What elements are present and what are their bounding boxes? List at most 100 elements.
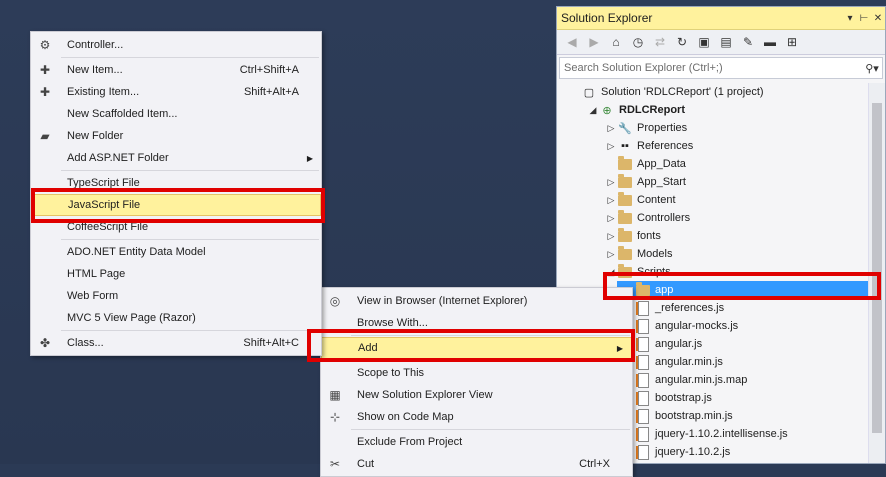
expand-toggle-icon[interactable]: ▷ [605, 249, 617, 260]
js-file-icon [635, 354, 651, 370]
cut-icon: ✂ [329, 457, 341, 471]
history-icon[interactable]: ◷ [629, 33, 647, 51]
js-file-icon [635, 318, 651, 334]
menu-item-label: ADO.NET Entity Data Model [67, 246, 206, 258]
menu-item-existing-item[interactable]: ✚ Existing Item... Shift+Alt+A [31, 81, 321, 103]
menu-item-ado-net-entity-data-model[interactable]: ADO.NET Entity Data Model [31, 241, 321, 263]
code-map-icon: ⊹ [329, 410, 341, 424]
expand-toggle-icon[interactable]: ▷ [605, 213, 617, 224]
expand-toggle-icon[interactable]: ▷ [605, 123, 617, 134]
new-folder-icon: ▰ [40, 129, 50, 143]
pin-icon[interactable]: ⊢ [857, 13, 871, 24]
refresh-icon[interactable]: ↻ [673, 33, 691, 51]
menu-item-label: Controller... [67, 39, 124, 51]
folder-icon [617, 245, 633, 261]
tree-item-label: fonts [637, 230, 661, 242]
folder-context-menu: ◎ View in Browser (Internet Explorer) Brow… [320, 287, 633, 477]
sync-icon[interactable]: ⇄ [651, 33, 669, 51]
js-file-icon [635, 372, 651, 388]
solution-explorer-title-bar: Solution Explorer ▾ ⊢ ✕ [557, 7, 885, 30]
preview-icon[interactable]: ▬ [761, 33, 779, 51]
js-file-icon [635, 426, 651, 442]
back-icon[interactable]: ◀ [563, 33, 581, 51]
folder-icon [617, 227, 633, 243]
annotation-add [307, 329, 635, 362]
collapse-all-icon[interactable]: ▣ [695, 33, 713, 51]
tree-item-content[interactable]: ▷ Content [557, 191, 871, 209]
menu-separator [61, 330, 319, 331]
tree-item-controllers[interactable]: ▷ Controllers [557, 209, 871, 227]
menu-item-label: Web Form [67, 290, 119, 302]
menu-item-cut[interactable]: ✂ Cut Ctrl+X [321, 453, 632, 475]
menu-item-new-scaffolded-item[interactable]: New Scaffolded Item... [31, 103, 321, 125]
close-icon[interactable]: ✕ [871, 13, 885, 24]
tree-item-app-start[interactable]: ▷ App_Start [557, 173, 871, 191]
menu-item-label: Exclude From Project [357, 436, 463, 448]
menu-item-add-asp-net-folder[interactable]: Add ASP.NET Folder ▶ [31, 147, 321, 169]
tree-item-label: RDLCReport [619, 104, 685, 116]
tree-item-label: Controllers [637, 212, 691, 224]
menu-item-new-solution-explorer-view[interactable]: ▦ New Solution Explorer View [321, 384, 632, 406]
menu-item-scope-to-this[interactable]: Scope to This [321, 362, 632, 384]
tree-item-label: angular.js [655, 338, 703, 350]
menu-item-new-item[interactable]: ✚ New Item... Ctrl+Shift+A [31, 59, 321, 81]
class-view-icon[interactable]: ⊞ [783, 33, 801, 51]
show-all-files-icon[interactable]: ▤ [717, 33, 735, 51]
tree-item-solution-rdlcreport-1-project[interactable]: ▢ Solution 'RDLCReport' (1 project) [557, 83, 871, 101]
search-icon[interactable]: ⚲▾ [862, 62, 882, 75]
menu-item-controller[interactable]: ⚙ Controller... [31, 34, 321, 56]
forward-icon[interactable]: ▶ [585, 33, 603, 51]
expand-toggle-icon[interactable]: ◢ [587, 105, 599, 116]
solution-icon: ▢ [583, 86, 595, 99]
expand-toggle-icon[interactable]: ▷ [605, 141, 617, 152]
menu-item-html-page[interactable]: HTML Page [31, 263, 321, 285]
menu-item-label: New Solution Explorer View [357, 389, 493, 401]
dropdown-icon[interactable]: ▾ [843, 13, 857, 24]
tree-item-models[interactable]: ▷ Models [557, 245, 871, 263]
properties-icon[interactable]: ✎ [739, 33, 757, 51]
expand-toggle-icon[interactable]: ▷ [605, 231, 617, 242]
menu-item-view-in-browser-internet-explorer[interactable]: ◎ View in Browser (Internet Explorer) [321, 290, 632, 312]
tree-item-rdlcreport[interactable]: ◢ ⊕ RDLCReport [557, 101, 871, 119]
tree-item-properties[interactable]: ▷ 🔧 Properties [557, 119, 871, 137]
menu-item-mvc-5-view-page-razor[interactable]: MVC 5 View Page (Razor) [31, 307, 321, 329]
solution-explorer-toolbar: ◀ ▶ ⌂ ◷ ⇄ ↻ ▣ ▤ ✎ ▬ ⊞ [557, 30, 885, 55]
menu-item-show-on-code-map[interactable]: ⊹ Show on Code Map [321, 406, 632, 428]
tree-item-references[interactable]: ▷ ▪▪ References [557, 137, 871, 155]
scrollbar-thumb[interactable] [872, 103, 882, 433]
tree-item-label: angular-mocks.js [655, 320, 739, 332]
tree-item-label: Solution 'RDLCReport' (1 project) [601, 86, 764, 98]
menu-item-label: Existing Item... [67, 86, 140, 98]
menu-item-shortcut: Ctrl+X [579, 458, 610, 470]
tree-item-label: jquery-1.10.2.js [655, 446, 731, 458]
menu-item-label: Show on Code Map [357, 411, 454, 423]
tree-item-label: bootstrap.min.js [655, 410, 733, 422]
submenu-arrow-icon: ▶ [306, 153, 313, 163]
js-file-icon [635, 444, 651, 460]
menu-item-new-folder[interactable]: ▰ New Folder [31, 125, 321, 147]
tree-item-label: App_Data [637, 158, 686, 170]
menu-item-web-form[interactable]: Web Form [31, 285, 321, 307]
js-file-icon [635, 408, 651, 424]
folder-icon [617, 191, 633, 207]
menu-item-label: New Folder [67, 130, 124, 142]
tree-item-app-data[interactable]: App_Data [557, 155, 871, 173]
tree-item-label: _references.js [655, 302, 725, 314]
expand-toggle-icon[interactable]: ▷ [605, 177, 617, 188]
js-file-icon [635, 336, 651, 352]
tree-item-fonts[interactable]: ▷ fonts [557, 227, 871, 245]
expand-toggle-icon[interactable]: ▷ [605, 195, 617, 206]
home-icon[interactable]: ⌂ [607, 33, 625, 51]
menu-item-class[interactable]: ✤ Class... Shift+Alt+C [31, 332, 321, 354]
new-view-icon: ▦ [329, 388, 341, 402]
menu-item-exclude-from-project[interactable]: Exclude From Project [321, 431, 632, 453]
tree-item-label: bootstrap.js [655, 392, 712, 404]
wrench-icon: 🔧 [618, 122, 632, 135]
menu-item-label: View in Browser (Internet Explorer) [357, 295, 528, 307]
solution-explorer-title: Solution Explorer [561, 11, 653, 25]
menu-item-label: Class... [67, 337, 104, 349]
folder-icon [617, 173, 633, 189]
tree-item-label: jquery-1.10.2.intellisense.js [655, 428, 788, 440]
solution-explorer-search-input[interactable]: Search Solution Explorer (Ctrl+;) ⚲▾ [559, 57, 883, 79]
web-project-icon: ⊕ [602, 104, 612, 117]
